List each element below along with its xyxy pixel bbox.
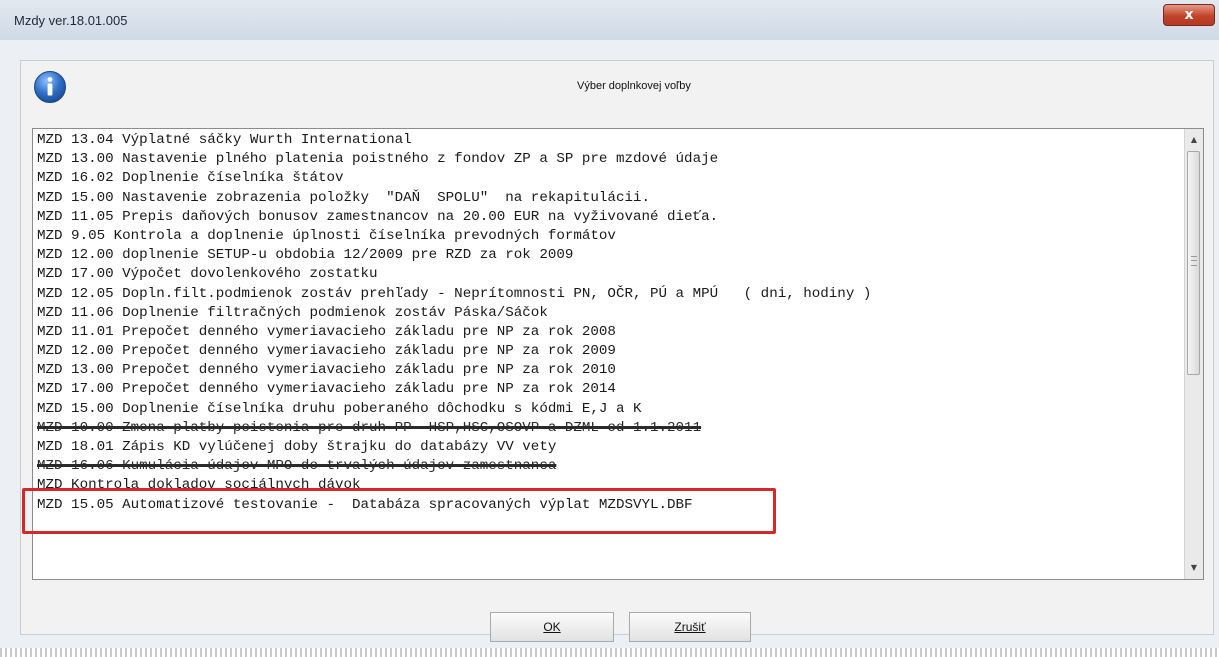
cancel-button[interactable]: Zrušiť xyxy=(629,612,751,642)
list-item[interactable]: MZD 13.04 Výplatné sáčky Wurth Internati… xyxy=(37,131,1181,150)
grip-icon xyxy=(1191,256,1197,266)
title-bar: Mzdy ver.18.01.005 x xyxy=(0,0,1219,40)
list-items: MZD 13.04 Výplatné sáčky Wurth Internati… xyxy=(37,131,1181,515)
dialog-heading: Výber doplnkovej voľby xyxy=(577,80,691,92)
window-title: Mzdy ver.18.01.005 xyxy=(14,13,128,28)
dialog-window: Mzdy ver.18.01.005 x Výber doplnkovej vo… xyxy=(0,0,1219,657)
list-item[interactable]: MZD 15.00 Doplnenie číselníka druhu pobe… xyxy=(37,400,1181,419)
ok-button[interactable]: OK xyxy=(490,612,614,642)
vertical-scrollbar[interactable]: ▲ ▼ xyxy=(1184,129,1203,579)
close-button[interactable]: x xyxy=(1163,4,1215,26)
list-item[interactable]: MZD 10.00 Zmena platby poistenia pre dru… xyxy=(37,419,1181,438)
list-item[interactable]: MZD 13.00 Prepočet denného vymeriavacieh… xyxy=(37,361,1181,380)
list-item[interactable]: MZD 12.00 Prepočet denného vymeriavacieh… xyxy=(37,342,1181,361)
scroll-thumb[interactable] xyxy=(1187,151,1200,375)
scroll-down-arrow-icon[interactable]: ▼ xyxy=(1185,559,1203,577)
red-highlight-annotation xyxy=(22,488,776,534)
cancel-button-label: Zrušiť xyxy=(674,620,706,634)
ok-button-label: OK xyxy=(543,620,561,634)
list-item[interactable]: MZD 12.05 Dopln.filt.podmienok zostáv pr… xyxy=(37,285,1181,304)
list-item[interactable]: MZD 13.00 Nastavenie plného platenia poi… xyxy=(37,150,1181,169)
list-item[interactable]: MZD 17.00 Prepočet denného vymeriavacieh… xyxy=(37,380,1181,399)
list-item[interactable]: MZD 11.06 Doplnenie filtračných podmieno… xyxy=(37,304,1181,323)
list-item[interactable]: MZD 11.01 Prepočet denného vymeriavacieh… xyxy=(37,323,1181,342)
list-item[interactable]: MZD 18.01 Zápis KD vylúčenej doby štrajk… xyxy=(37,438,1181,457)
close-icon: x xyxy=(1184,7,1194,23)
list-item[interactable]: MZD 17.00 Výpočet dovolenkového zostatku xyxy=(37,265,1181,284)
info-icon xyxy=(34,71,66,103)
background-text-strip xyxy=(0,648,1219,657)
list-item[interactable]: MZD 11.05 Prepis daňových bonusov zamest… xyxy=(37,208,1181,227)
list-item[interactable]: MZD 16.02 Doplnenie číselníka štátov xyxy=(37,169,1181,188)
list-item[interactable]: MZD 16.06 Kumulácia údajov MPO do trvalý… xyxy=(37,457,1181,476)
scroll-up-arrow-icon[interactable]: ▲ xyxy=(1185,131,1203,149)
list-item[interactable]: MZD 15.00 Nastavenie zobrazenia položky … xyxy=(37,189,1181,208)
list-item[interactable]: MZD 12.00 doplnenie SETUP-u obdobia 12/2… xyxy=(37,246,1181,265)
list-item[interactable]: MZD 9.05 Kontrola a doplnenie úplnosti č… xyxy=(37,227,1181,246)
